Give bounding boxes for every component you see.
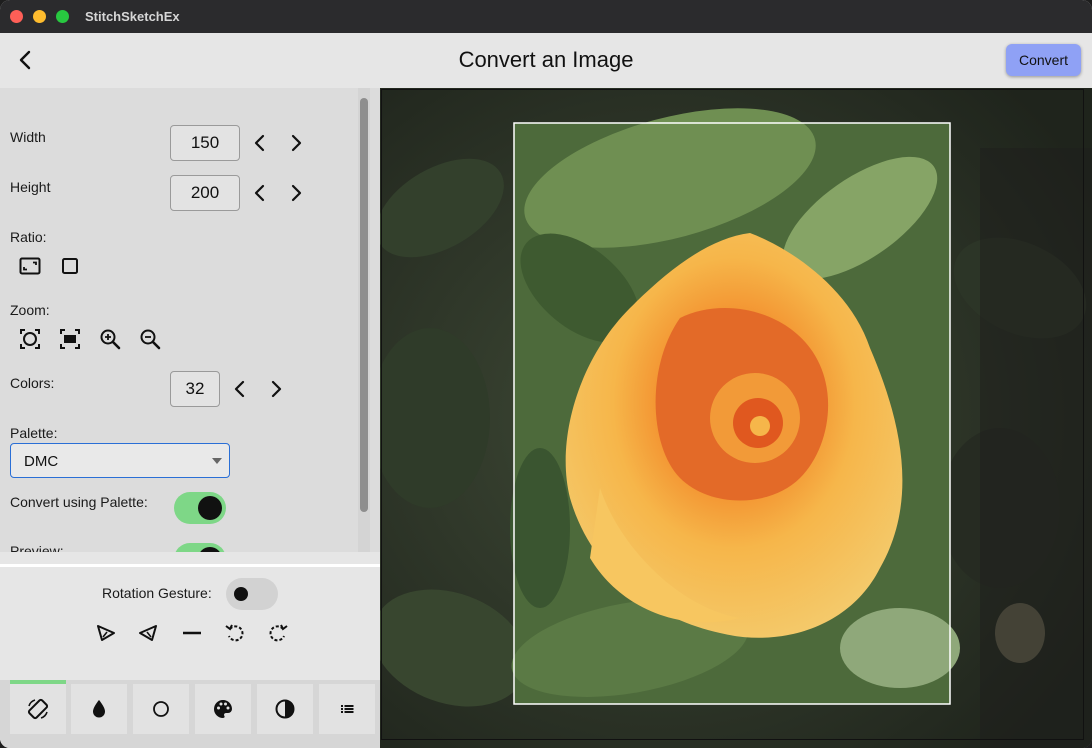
preview-label: Preview: [10, 543, 64, 552]
width-decrease-icon[interactable] [250, 131, 270, 155]
width-increase-icon[interactable] [286, 131, 306, 155]
sidebar: Width 150 Height 200 Ratio: Zoom: Colors… [0, 88, 380, 748]
close-window-button[interactable] [10, 10, 23, 23]
flip-vertical-icon[interactable] [136, 621, 160, 645]
palette-icon [214, 700, 232, 718]
height-label: Height [10, 179, 51, 195]
rotate-right-icon[interactable] [266, 621, 290, 645]
toggle-knob [198, 547, 222, 552]
colors-decrease-icon[interactable] [230, 377, 250, 401]
tab-rotate[interactable] [10, 684, 66, 734]
ratio-label: Ratio: [10, 229, 47, 245]
zoom-fit-icon[interactable] [18, 327, 42, 351]
page-header: Convert an Image Convert [0, 33, 1092, 88]
minimize-window-button[interactable] [33, 10, 46, 23]
height-input[interactable]: 200 [170, 175, 240, 211]
straighten-icon[interactable] [180, 621, 204, 645]
title-bar: StitchSketchEx [0, 0, 1092, 33]
tab-list[interactable] [319, 684, 375, 734]
tab-drop[interactable] [71, 684, 127, 734]
rotation-gesture-toggle[interactable] [226, 578, 278, 610]
toggle-knob [234, 587, 248, 601]
convert-palette-toggle[interactable] [174, 492, 226, 524]
height-decrease-icon[interactable] [250, 181, 270, 205]
flip-horizontal-icon[interactable] [94, 621, 118, 645]
tab-contrast[interactable] [257, 684, 313, 734]
list-icon [341, 705, 354, 713]
panel-divider [0, 564, 380, 567]
settings-panel[interactable]: Width 150 Height 200 Ratio: Zoom: Colors… [0, 88, 380, 552]
palette-select[interactable]: DMC [10, 443, 230, 478]
preview-toggle[interactable] [174, 543, 226, 552]
toggle-knob [198, 496, 222, 520]
square-ratio-icon[interactable] [58, 254, 82, 278]
canvas-border [381, 89, 1084, 740]
rotation-gesture-label: Rotation Gesture: [102, 585, 212, 601]
palette-select-value: DMC [24, 453, 59, 470]
zoom-out-icon[interactable] [138, 327, 162, 351]
tab-palette[interactable] [195, 684, 251, 734]
width-input[interactable]: 150 [170, 125, 240, 161]
rotate-left-icon[interactable] [223, 621, 247, 645]
height-increase-icon[interactable] [286, 181, 306, 205]
colors-input[interactable]: 32 [170, 371, 220, 407]
bottom-tab-bar [0, 680, 380, 748]
aspect-ratio-icon[interactable] [18, 254, 42, 278]
page-title: Convert an Image [458, 47, 634, 72]
palette-label: Palette: [10, 425, 58, 441]
zoom-fill-icon[interactable] [58, 327, 82, 351]
app-window: StitchSketchEx Convert an Image Convert … [0, 0, 1092, 748]
rotate-screen-icon [27, 698, 49, 720]
convert-button[interactable]: Convert [1006, 44, 1081, 76]
circle-icon [153, 701, 169, 717]
colors-increase-icon[interactable] [266, 377, 286, 401]
maximize-window-button[interactable] [56, 10, 69, 23]
zoom-in-icon[interactable] [98, 327, 122, 351]
dropdown-arrow-icon [212, 458, 222, 464]
colors-label: Colors: [10, 375, 55, 391]
width-label: Width [10, 129, 46, 145]
convert-palette-label: Convert using Palette: [10, 494, 148, 510]
app-title: StitchSketchEx [85, 9, 180, 24]
drop-icon [93, 700, 105, 718]
settings-scrollbar[interactable] [360, 98, 368, 512]
contrast-icon [275, 699, 295, 719]
tab-circle[interactable] [133, 684, 189, 734]
zoom-label: Zoom: [10, 302, 50, 318]
